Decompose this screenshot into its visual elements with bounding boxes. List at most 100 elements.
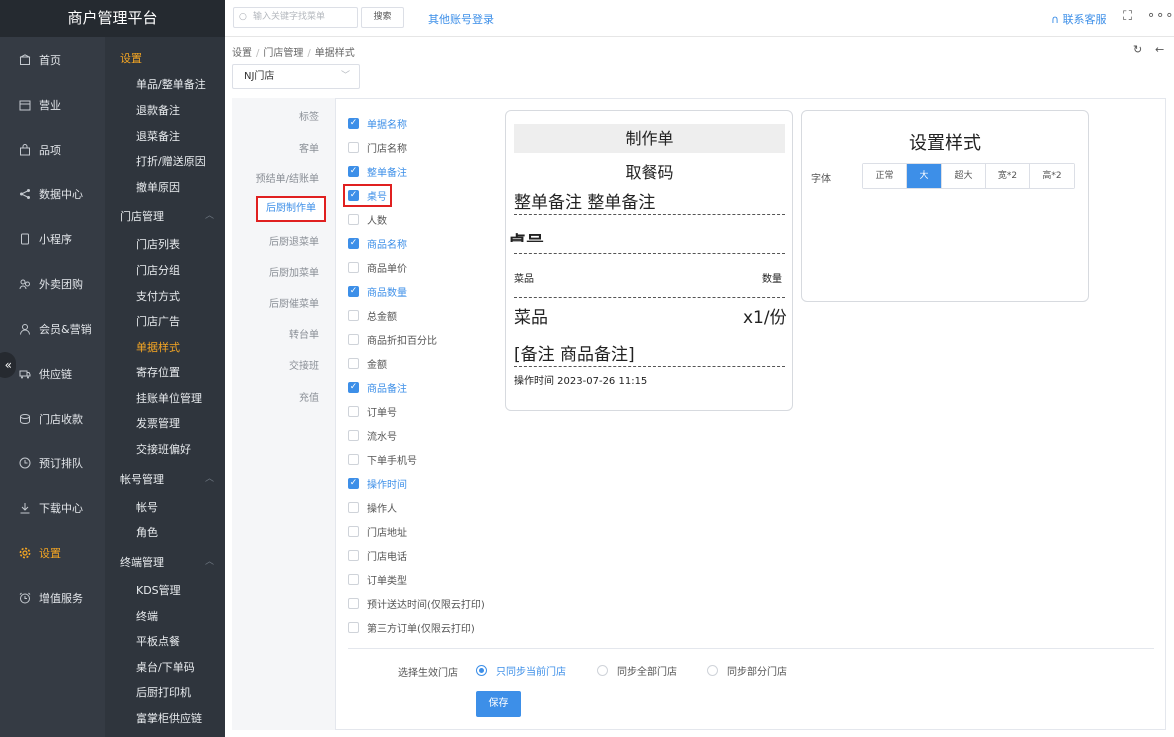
field-option[interactable]: 下单手机号 bbox=[348, 452, 417, 467]
other-account-login-link[interactable]: 其他账号登录 bbox=[428, 11, 494, 27]
nav-item-business[interactable]: 营业 bbox=[0, 91, 105, 119]
checkbox-icon[interactable] bbox=[348, 597, 359, 609]
field-option[interactable]: 第三方订单(仅限云打印) bbox=[348, 620, 475, 635]
nav-sub-item-active[interactable]: 单据样式 bbox=[136, 339, 180, 355]
nav-group-settings[interactable]: 设置 bbox=[120, 50, 142, 66]
field-option[interactable]: ✓ 商品备注 bbox=[348, 380, 407, 395]
nav-item-products[interactable]: 品项 bbox=[0, 136, 105, 164]
field-option[interactable]: 商品单价 bbox=[348, 260, 407, 275]
fullscreen-icon[interactable]: ⛶ bbox=[1123, 9, 1132, 24]
nav-item-data-center[interactable]: 数据中心 bbox=[0, 180, 105, 208]
field-option[interactable]: 流水号 bbox=[348, 428, 397, 443]
checkbox-checked-icon[interactable]: ✓ bbox=[348, 117, 359, 129]
field-option[interactable]: 人数 bbox=[348, 212, 387, 227]
nav-item-download[interactable]: 下载中心 bbox=[0, 494, 105, 522]
back-arrow-icon[interactable]: ← bbox=[1155, 43, 1164, 56]
field-option[interactable]: ✓ 商品数量 bbox=[348, 284, 407, 299]
checkbox-icon[interactable] bbox=[348, 549, 359, 561]
field-option[interactable]: 门店地址 bbox=[348, 524, 407, 539]
nav-sub-item[interactable]: 门店列表 bbox=[136, 236, 180, 252]
nav-sub-item[interactable]: 门店广告 bbox=[136, 313, 180, 329]
field-option[interactable]: ✓ 单据名称 bbox=[348, 116, 407, 131]
font-size-wide[interactable]: 宽*2 bbox=[986, 164, 1030, 188]
checkbox-icon[interactable] bbox=[348, 573, 359, 585]
checkbox-icon[interactable] bbox=[348, 405, 359, 417]
nav-sub-item[interactable]: 退款备注 bbox=[136, 102, 180, 118]
nav-sub-item[interactable]: 撤单原因 bbox=[136, 179, 180, 195]
store-select[interactable]: NJ门店 ﹀ bbox=[232, 64, 360, 89]
field-option[interactable]: ✓ 商品名称 bbox=[348, 236, 407, 251]
checkbox-icon[interactable] bbox=[348, 525, 359, 537]
checkbox-icon[interactable] bbox=[348, 213, 359, 225]
nav-item-home[interactable]: 首页 bbox=[0, 46, 105, 74]
save-button[interactable]: 保存 bbox=[476, 691, 521, 717]
field-option[interactable]: 门店电话 bbox=[348, 548, 407, 563]
nav-item-miniprogram[interactable]: 小程序 bbox=[0, 225, 105, 253]
nav-sub-item[interactable]: 支付方式 bbox=[136, 288, 180, 304]
scope-radio-current[interactable]: 只同步当前门店 bbox=[476, 663, 566, 678]
nav-sub-item[interactable]: 角色 bbox=[136, 524, 158, 540]
nav-sub-item[interactable]: 发票管理 bbox=[136, 415, 180, 431]
nav-sub-item[interactable]: 交接班偏好 bbox=[136, 441, 191, 457]
checkbox-checked-icon[interactable]: ✓ bbox=[348, 165, 359, 177]
field-option[interactable]: 订单号 bbox=[348, 404, 397, 419]
nav-item-store-payment[interactable]: 门店收款 bbox=[0, 405, 105, 433]
tab-prebill[interactable]: 预结单/结账单 bbox=[256, 170, 319, 185]
nav-item-reservation[interactable]: 预订排队 bbox=[0, 449, 105, 477]
checkbox-icon[interactable] bbox=[348, 141, 359, 153]
checkbox-icon[interactable] bbox=[348, 333, 359, 345]
nav-group-store[interactable]: 门店管理 ︿ bbox=[120, 208, 220, 224]
scope-radio-partial[interactable]: 同步部分门店 bbox=[707, 663, 787, 678]
tab-guest-bill[interactable]: 客单 bbox=[299, 140, 319, 155]
nav-sub-item[interactable]: 单品/整单备注 bbox=[136, 76, 206, 92]
scope-radio-all[interactable]: 同步全部门店 bbox=[597, 663, 677, 678]
font-size-large[interactable]: 大 bbox=[907, 164, 942, 188]
field-option[interactable]: 订单类型 bbox=[348, 572, 407, 587]
nav-sub-item[interactable]: 寄存位置 bbox=[136, 364, 180, 380]
nav-sub-item[interactable]: KDS管理 bbox=[136, 582, 181, 598]
checkbox-icon[interactable] bbox=[348, 621, 359, 633]
field-option[interactable]: ✓ 操作时间 bbox=[348, 476, 407, 491]
font-size-tall[interactable]: 高*2 bbox=[1030, 164, 1074, 188]
checkbox-icon[interactable] bbox=[348, 501, 359, 513]
tab-shift-handover[interactable]: 交接班 bbox=[289, 357, 319, 372]
tab-kitchen-return[interactable]: 后厨退菜单 bbox=[269, 233, 319, 248]
nav-item-value-added[interactable]: 增值服务 bbox=[0, 584, 105, 612]
field-option[interactable]: 商品折扣百分比 bbox=[348, 332, 437, 347]
nav-group-account[interactable]: 帐号管理 ︿ bbox=[120, 471, 220, 487]
checkbox-icon[interactable] bbox=[348, 309, 359, 321]
font-size-normal[interactable]: 正常 bbox=[863, 164, 907, 188]
nav-sub-item[interactable]: 终端 bbox=[136, 608, 158, 624]
contact-support-link[interactable]: ∩ 联系客服 bbox=[1051, 11, 1107, 27]
nav-sub-item[interactable]: 帐号 bbox=[136, 499, 158, 515]
nav-sub-item[interactable]: 富掌柜供应链 bbox=[136, 710, 202, 726]
checkbox-icon[interactable] bbox=[348, 357, 359, 369]
nav-sub-item[interactable]: 退菜备注 bbox=[136, 128, 180, 144]
nav-sub-item[interactable]: 挂账单位管理 bbox=[136, 390, 202, 406]
tab-kitchen-add[interactable]: 后厨加菜单 bbox=[269, 264, 319, 279]
checkbox-checked-icon[interactable]: ✓ bbox=[348, 237, 359, 249]
checkbox-icon[interactable] bbox=[348, 429, 359, 441]
font-size-xlarge[interactable]: 超大 bbox=[942, 164, 986, 188]
checkbox-checked-icon[interactable]: ✓ bbox=[348, 477, 359, 489]
search-input[interactable]: ○ 输入关键字找菜单 bbox=[233, 7, 358, 28]
field-option[interactable]: ✓ 整单备注 bbox=[348, 164, 407, 179]
nav-sub-item[interactable]: 后厨打印机 bbox=[136, 684, 191, 700]
field-option[interactable]: 操作人 bbox=[348, 500, 397, 515]
field-option[interactable]: 总金额 bbox=[348, 308, 397, 323]
tab-recharge[interactable]: 充值 bbox=[299, 389, 319, 404]
refresh-icon[interactable]: ↻ bbox=[1133, 43, 1142, 56]
checkbox-checked-icon[interactable]: ✓ bbox=[348, 381, 359, 393]
tab-kitchen-rush[interactable]: 后厨催菜单 bbox=[269, 295, 319, 310]
checkbox-icon[interactable] bbox=[348, 453, 359, 465]
checkbox-icon[interactable] bbox=[348, 261, 359, 273]
nav-group-terminal[interactable]: 终端管理 ︿ bbox=[120, 554, 220, 570]
nav-item-settings[interactable]: 设置 bbox=[0, 539, 105, 567]
field-option[interactable]: 金额 bbox=[348, 356, 387, 371]
tab-label[interactable]: 标签 bbox=[299, 108, 319, 123]
more-icon[interactable]: ∘∘∘ bbox=[1147, 8, 1174, 23]
field-option[interactable]: 预计送达时间(仅限云打印) bbox=[348, 596, 485, 611]
nav-item-membership[interactable]: 会员&营销 bbox=[0, 315, 105, 343]
checkbox-checked-icon[interactable]: ✓ bbox=[348, 285, 359, 297]
nav-sub-item[interactable]: 门店分组 bbox=[136, 262, 180, 278]
